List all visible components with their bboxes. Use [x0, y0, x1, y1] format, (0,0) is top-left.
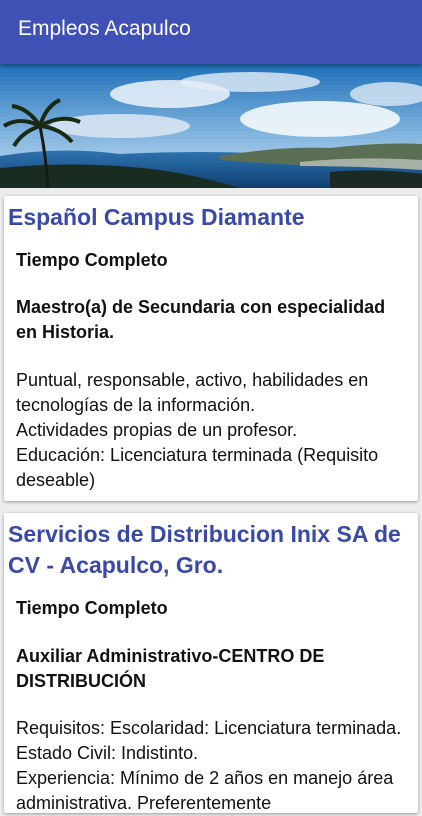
company-name: Español Campus Diamante [8, 204, 305, 230]
job-schedule: Tiempo Completo [16, 250, 168, 270]
company-name: Servicios de Distribucion Inix SA de CV … [8, 521, 401, 578]
banner-image [0, 64, 422, 188]
acapulco-bay-image [0, 64, 422, 188]
job-description: Requisitos: Escolaridad: Licenciatura te… [16, 718, 402, 813]
job-position: Auxiliar Administrativo-CENTRO DE DISTRI… [16, 646, 325, 691]
job-schedule: Tiempo Completo [16, 598, 168, 618]
job-position: Maestro(a) de Secundaria con especialida… [16, 297, 386, 342]
job-card[interactable]: Español Campus Diamante Tiempo Completo … [4, 196, 418, 501]
app-title: Empleos Acapulco [18, 17, 191, 40]
app-bar: Empleos Acapulco [0, 0, 422, 64]
job-description: Puntual, responsable, activo, habilidade… [16, 370, 379, 490]
job-card[interactable]: Servicios de Distribucion Inix SA de CV … [4, 513, 418, 813]
